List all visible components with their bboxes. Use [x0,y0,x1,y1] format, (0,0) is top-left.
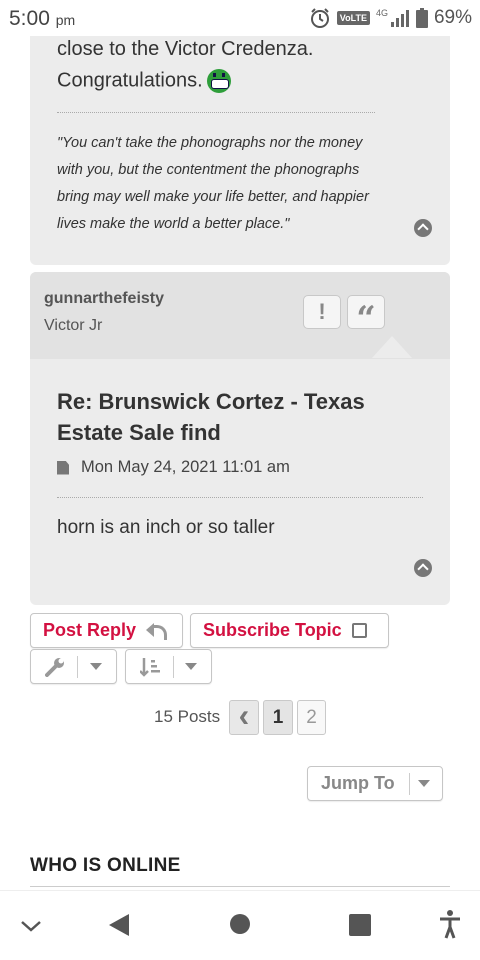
grinning-smiley-icon [206,69,231,93]
pagination-previous-button[interactable]: ‹ [229,697,259,735]
post-text: Congratulations. [57,69,203,92]
clock-ampm: pm [55,12,76,28]
collapse-chevron-icon[interactable] [20,919,42,933]
clock: 5:00 pm [9,7,75,31]
accessibility-icon[interactable] [438,909,462,939]
reply-icon [146,622,168,640]
chevron-down-icon [417,780,430,787]
file-icon[interactable] [57,460,69,475]
separator [408,772,410,795]
post-meta: Mon May 24, 2021 11:01 am [57,458,290,477]
quote-button[interactable]: “ [347,295,385,339]
chevron-left-icon: ‹ [238,697,250,733]
who-is-online-heading: WHO IS ONLINE [30,855,181,876]
status-bar: 5:00 pm VoLTE 4G 69% [0,0,480,36]
post-text-line: close to the Victor Credenza. [57,38,314,60]
pagination-current-page: 1 [263,700,293,735]
battery-percent: 69% [433,7,472,28]
post: gunnarthefeisty Victor Jr ! “ Re: Brunsw… [30,272,450,605]
post-reply-button[interactable]: Post Reply [30,613,183,648]
navigation-bar [0,890,480,960]
signature-quote: "You can't take the phonographs nor the … [57,135,369,232]
section-divider [30,886,450,887]
post-divider [57,497,423,498]
post-reply-label: Post Reply [43,620,137,640]
clock-time: 5:00 [9,7,50,30]
post-count: 15 Posts [154,707,221,726]
sort-icon [139,657,160,677]
signal-icon [390,10,409,27]
post-body: horn is an inch or so taller [57,517,275,538]
volte-badge: VoLTE [336,11,370,25]
recents-icon[interactable] [349,914,371,936]
post-text-line-2: Congratulations. [57,69,231,93]
report-icon: ! [318,299,326,324]
network-type: 4G [375,8,388,18]
alarm-icon [310,8,329,28]
separator [172,655,174,678]
sort-dropdown[interactable] [125,649,212,684]
subscribe-label: Subscribe Topic [203,620,342,640]
back-to-top-icon[interactable] [414,219,432,237]
topic-tools-dropdown[interactable] [30,649,117,684]
pagination-page-2[interactable]: 2 [297,700,326,735]
battery-icon [415,8,428,28]
user-rank: Victor Jr [44,317,103,334]
status-icons: VoLTE 4G 69% [309,6,472,30]
home-icon[interactable] [229,913,251,935]
post-date: Mon May 24, 2021 11:01 am [81,458,290,476]
checkbox-icon [351,623,367,638]
post-title[interactable]: Re: Brunswick Cortez - Texas Estate Sale… [57,386,417,448]
report-button[interactable]: ! [303,295,341,329]
jump-to-label: Jump To [321,773,395,793]
back-icon[interactable] [107,913,131,937]
chevron-down-icon [90,663,102,670]
profile-pointer [372,336,412,358]
chevron-down-icon [185,663,198,670]
back-to-top-icon[interactable] [414,559,432,577]
quote-icon: “ [356,299,376,339]
jump-to-dropdown[interactable]: Jump To [307,766,443,801]
signature-divider [57,112,375,113]
subscribe-topic-button[interactable]: Subscribe Topic [190,613,389,648]
separator [77,655,78,678]
username[interactable]: gunnarthefeisty [44,290,164,308]
previous-post: close to the Victor Credenza. Congratula… [30,0,450,265]
wrench-icon [45,657,64,677]
